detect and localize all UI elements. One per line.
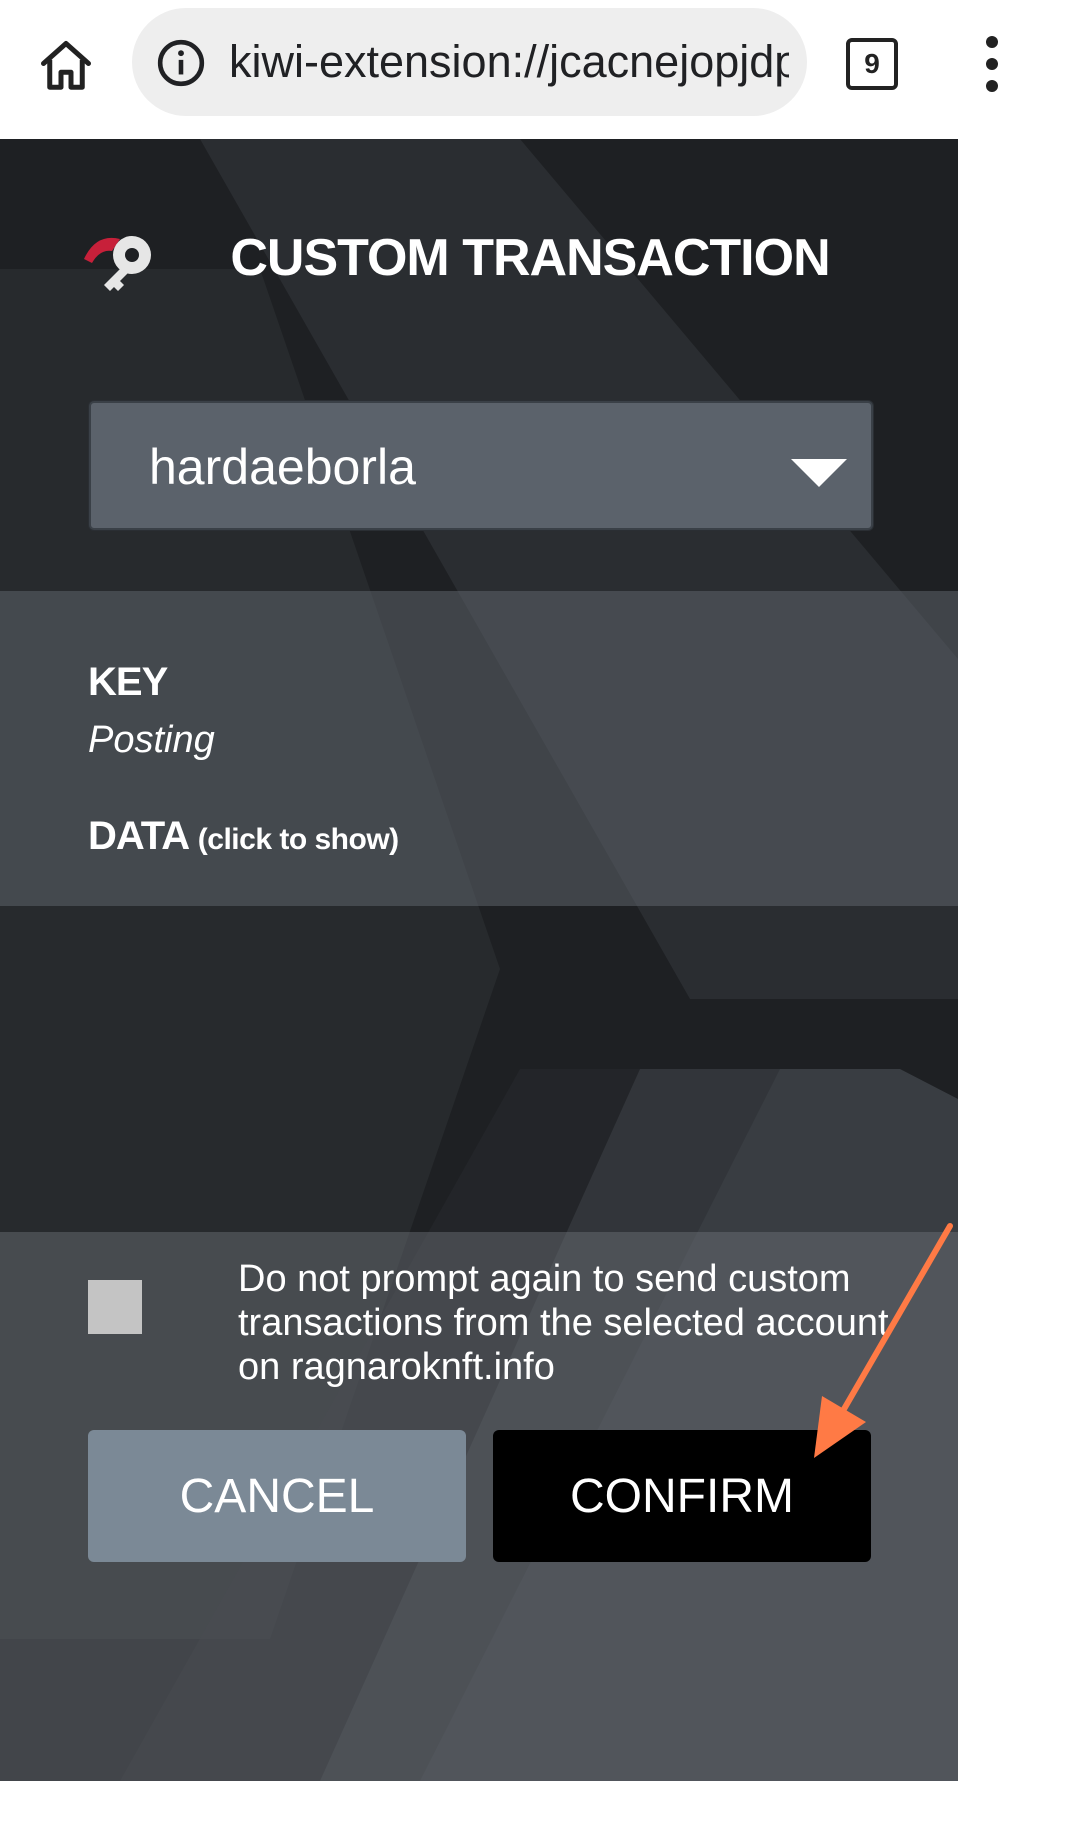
do-not-prompt-checkbox[interactable] [88,1280,142,1334]
data-toggle[interactable]: DATA (click to show) [88,811,399,865]
hive-keychain-logo-icon [84,236,151,291]
selected-account: hardaeborla [149,439,416,495]
account-select[interactable]: hardaeborla [89,401,873,530]
key-label: KEY [88,660,168,704]
data-label: DATA [88,814,189,858]
key-value: Posting [88,719,215,761]
tabs-button[interactable]: 9 [846,38,898,90]
more-vert-icon[interactable] [972,34,1012,94]
url-text: kiwi-extension://jcacnejopjdp [229,36,789,87]
dialog-title: CUSTOM TRANSACTION [230,229,830,287]
browser-toolbar: kiwi-extension://jcacnejopjdp 9 [0,0,1080,139]
custom-transaction-dialog: CUSTOM TRANSACTION hardaeborla KEY Posti… [0,139,958,1781]
cancel-button[interactable]: CANCEL [88,1430,466,1562]
do-not-prompt-label: Do not prompt again to send custom trans… [238,1258,889,1388]
confirm-label: CONFIRM [570,1469,794,1523]
home-icon [41,41,91,90]
info-icon[interactable] [156,38,206,88]
cancel-label: CANCEL [179,1469,375,1523]
address-bar[interactable]: kiwi-extension://jcacnejopjdp [132,8,807,116]
tab-count: 9 [864,48,880,79]
confirm-button[interactable]: CONFIRM [493,1430,871,1562]
caret-down-icon [791,459,847,487]
home-button[interactable] [30,30,102,102]
data-hint: (click to show) [197,823,399,856]
